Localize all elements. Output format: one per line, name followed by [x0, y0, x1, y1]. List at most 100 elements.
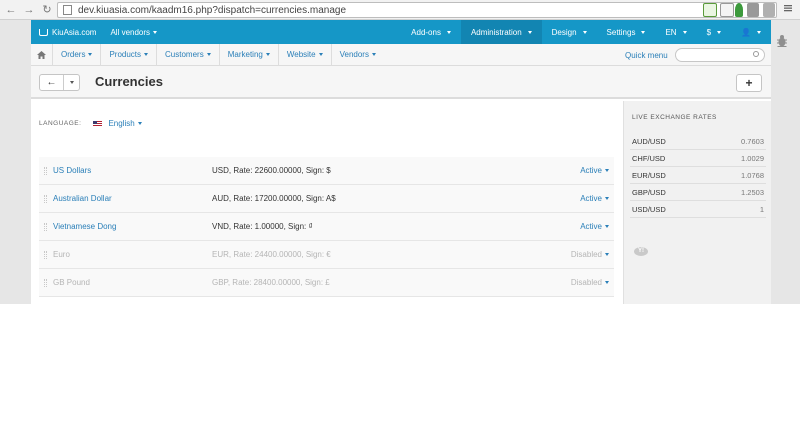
- status-dropdown[interactable]: Disabled: [571, 250, 609, 259]
- rate-value: 1: [759, 204, 764, 214]
- table-row: Vietnamese Dong VND, Rate: 1.00000, Sign…: [39, 213, 614, 241]
- chevron-down-icon: [137, 122, 142, 126]
- status-dropdown[interactable]: Active: [580, 194, 609, 203]
- store-logo[interactable]: KiuAsia.com: [39, 28, 96, 37]
- reload-icon[interactable]: ↻: [40, 3, 54, 17]
- search-input[interactable]: [675, 48, 765, 62]
- chevron-down-icon: [605, 253, 609, 257]
- page-header: ← Currencies +: [31, 66, 771, 99]
- nav-marketing[interactable]: Marketing: [220, 43, 279, 66]
- sidebar-heading: LIVE EXCHANGE RATES: [632, 114, 717, 121]
- extension-icon[interactable]: [747, 3, 759, 17]
- menu-addons[interactable]: Add-ons: [401, 20, 461, 44]
- main-content: LANGUAGE: English US Dollars USD, Rate: …: [31, 101, 621, 304]
- chevron-down-icon: [371, 53, 376, 56]
- search-icon: [753, 51, 759, 57]
- page-icon: [63, 5, 72, 15]
- add-currency-button[interactable]: +: [736, 74, 762, 92]
- status-dropdown[interactable]: Active: [580, 222, 609, 231]
- status-dropdown[interactable]: Active: [580, 166, 609, 175]
- nav-vendors[interactable]: Vendors: [332, 44, 384, 66]
- us-flag-icon: [93, 120, 103, 127]
- browser-toolbar: ← → ↻ dev.kiuasia.com/kaadm16.php?dispat…: [0, 0, 800, 20]
- status-label: Active: [580, 194, 602, 203]
- yahoo-logo-icon[interactable]: Y!: [634, 247, 648, 256]
- drag-handle-icon[interactable]: [44, 195, 47, 203]
- chevron-down-icon: [446, 30, 451, 34]
- menu-user[interactable]: 👤: [731, 20, 771, 44]
- back-arrow-icon: ←: [40, 75, 64, 90]
- currency-name-link[interactable]: Euro: [53, 250, 70, 259]
- nav-customers[interactable]: Customers: [157, 43, 220, 66]
- translate-extension-icon[interactable]: [720, 3, 734, 17]
- status-label: Disabled: [570, 250, 602, 259]
- list-item: EUR/USD 1.0768: [630, 167, 766, 184]
- rate-value: 1.0768: [741, 170, 764, 180]
- menu-label: $: [706, 27, 712, 37]
- drag-handle-icon[interactable]: [44, 223, 47, 231]
- download-extension-icon[interactable]: [763, 3, 775, 17]
- menu-icon[interactable]: [783, 3, 795, 17]
- chevron-down-icon: [641, 30, 646, 34]
- rate-pair: AUD/USD: [632, 136, 666, 146]
- home-icon[interactable]: [31, 43, 53, 66]
- currency-name-link[interactable]: Australian Dollar: [53, 194, 112, 203]
- currency-name-link[interactable]: GB Pound: [53, 278, 90, 287]
- chevron-down-icon: [605, 197, 609, 201]
- status-label: Active: [580, 222, 602, 231]
- status-label: Disabled: [570, 278, 602, 287]
- menu-label: EN: [665, 27, 677, 37]
- address-bar[interactable]: dev.kiuasia.com/kaadm16.php?dispatch=cur…: [57, 2, 777, 18]
- nav-label: Website: [286, 50, 316, 59]
- chevron-down-icon: [318, 53, 323, 56]
- chevron-down-icon: [64, 78, 79, 87]
- forward-arrow-icon[interactable]: →: [22, 3, 36, 17]
- status-dropdown[interactable]: Disabled: [571, 278, 609, 287]
- quick-menu-link[interactable]: Quick menu: [625, 51, 668, 60]
- table-row: US Dollars USD, Rate: 22600.00000, Sign:…: [39, 157, 614, 185]
- top-menu: Add-ons Administration Design Settings E…: [401, 20, 771, 44]
- user-icon: 👤: [741, 27, 751, 37]
- drag-handle-icon[interactable]: [44, 167, 47, 175]
- leaf-extension-icon[interactable]: [735, 3, 743, 17]
- menu-design[interactable]: Design: [542, 20, 597, 44]
- rate-value: 1.2503: [741, 187, 764, 197]
- list-item: USD/USD 1: [630, 201, 766, 218]
- table-row: GB Pound GBP, Rate: 28400.00000, Sign: £…: [39, 269, 614, 297]
- url-text[interactable]: dev.kiuasia.com/kaadm16.php?dispatch=cur…: [78, 5, 346, 16]
- menu-label: Administration: [470, 27, 522, 37]
- menu-language[interactable]: EN: [655, 20, 696, 44]
- menu-currency[interactable]: $: [697, 20, 731, 44]
- vendors-dropdown[interactable]: All vendors: [110, 27, 158, 37]
- drag-handle-icon[interactable]: [44, 279, 47, 287]
- currency-list: US Dollars USD, Rate: 22600.00000, Sign:…: [39, 157, 614, 297]
- back-button[interactable]: ←: [39, 74, 80, 91]
- drag-handle-icon[interactable]: [44, 251, 47, 259]
- shopping-cart-extension-icon[interactable]: [703, 3, 717, 17]
- vendors-label: All vendors: [110, 27, 151, 37]
- currency-details: USD, Rate: 22600.00000, Sign: $: [212, 166, 331, 175]
- rate-pair: EUR/USD: [632, 170, 666, 180]
- nav-website[interactable]: Website: [279, 43, 332, 66]
- back-arrow-icon[interactable]: ←: [4, 3, 18, 17]
- chevron-down-icon: [682, 30, 687, 34]
- nav-orders[interactable]: Orders: [53, 43, 102, 66]
- menu-settings[interactable]: Settings: [597, 20, 656, 44]
- menu-label: Settings: [606, 27, 636, 37]
- rate-value: 1.0029: [741, 153, 764, 163]
- page-title: Currencies: [95, 74, 163, 89]
- bug-icon[interactable]: [776, 34, 788, 48]
- menu-label: Design: [551, 27, 577, 37]
- nav-label: Orders: [61, 50, 86, 59]
- chevron-down-icon: [605, 169, 609, 173]
- currency-details: VND, Rate: 1.00000, Sign: ₫: [212, 222, 313, 231]
- currency-details: GBP, Rate: 28400.00000, Sign: £: [212, 278, 330, 287]
- nav-products[interactable]: Products: [101, 43, 158, 66]
- currency-name-link[interactable]: US Dollars: [53, 166, 91, 175]
- nav-label: Marketing: [227, 50, 263, 59]
- chevron-down-icon: [527, 30, 532, 34]
- language-dropdown[interactable]: English: [108, 119, 142, 128]
- menu-administration[interactable]: Administration: [460, 20, 542, 44]
- table-row: Australian Dollar AUD, Rate: 17200.00000…: [39, 185, 614, 213]
- currency-name-link[interactable]: Vietnamese Dong: [53, 222, 116, 231]
